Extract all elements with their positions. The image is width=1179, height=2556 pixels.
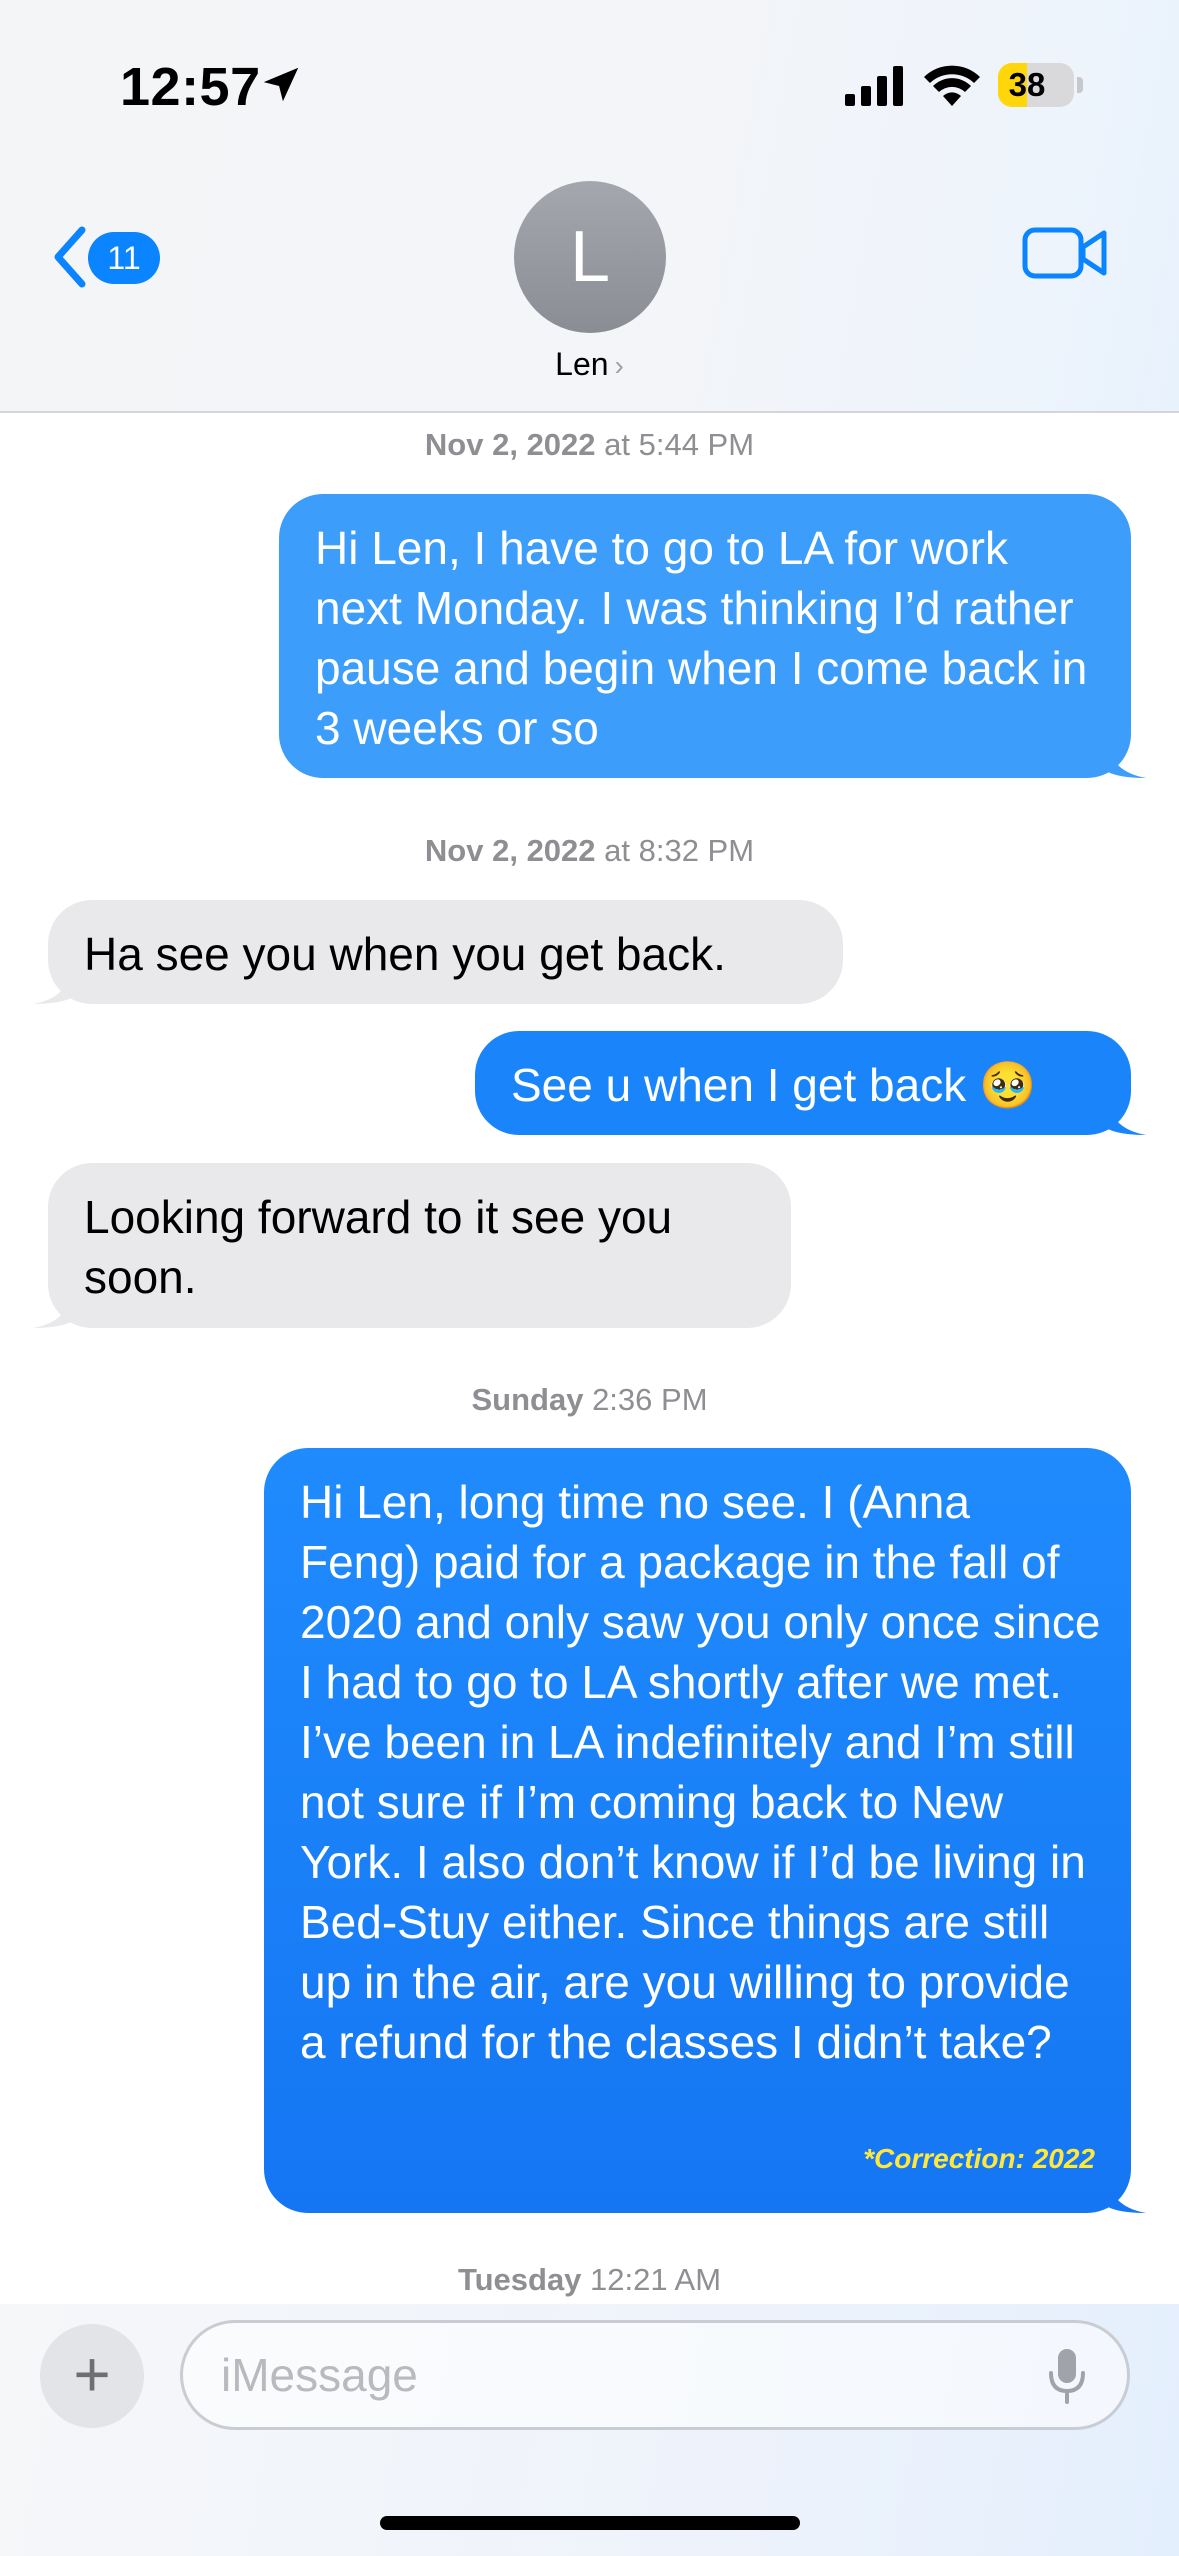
contact-name-button[interactable]: Len › [0, 346, 1179, 383]
message-timestamp: Sunday 2:36 PM [471, 1382, 708, 1417]
correction-annotation: *Correction: 2022 [863, 2143, 1095, 2174]
unread-count-badge: 11 [88, 232, 160, 284]
message-text: See u when I get back 🥹 [511, 1059, 1037, 1111]
battery-percentage: 38 [1008, 66, 1046, 103]
contact-avatar[interactable]: L [514, 181, 666, 333]
message-timestamp: Nov 2, 2022 at 5:44 PM [424, 427, 755, 462]
conversation-header: 12:57 38 11 L Len › [0, 0, 1179, 413]
sent-message-bubble[interactable]: See u when I get back 🥹 [475, 1031, 1131, 1135]
received-message-bubble[interactable]: Looking forward to it see you soon. [48, 1163, 791, 1328]
message-text: Hi Len, long time no see. I (Anna Feng) … [300, 1476, 1101, 2068]
cellular-signal-icon [845, 66, 903, 106]
message-timestamp: Tuesday 12:21 AM [457, 2262, 722, 2297]
message-text: Looking forward to it see you soon. [84, 1191, 673, 1303]
wifi-icon [924, 65, 980, 106]
battery-terminal [1077, 77, 1083, 93]
bubble-tail [1108, 1101, 1146, 1135]
battery-icon: 38 [998, 63, 1074, 107]
bubble-tail [1108, 744, 1146, 778]
received-message-bubble[interactable]: Ha see you when you get back. [48, 900, 843, 1004]
back-chevron-icon [54, 226, 86, 288]
bubble-tail [1108, 2179, 1146, 2213]
contact-name: Len [555, 346, 609, 382]
bubble-tail [33, 970, 71, 1004]
location-arrow-icon [263, 67, 299, 102]
video-call-icon[interactable] [1022, 222, 1108, 284]
home-indicator [380, 2516, 800, 2530]
bubble-tail [33, 1294, 71, 1328]
apps-plus-button[interactable]: + [40, 2324, 144, 2428]
sent-message-bubble[interactable]: Hi Len, long time no see. I (Anna Feng) … [264, 1448, 1131, 2213]
message-timestamp: Nov 2, 2022 at 8:32 PM [424, 833, 755, 868]
contact-chevron-icon: › [614, 350, 624, 381]
message-text: Ha see you when you get back. [84, 928, 726, 980]
back-button[interactable]: 11 [44, 222, 174, 292]
imessage-input[interactable] [180, 2320, 1130, 2430]
status-time: 12:57 [120, 57, 261, 117]
sent-message-bubble[interactable]: Hi Len, I have to go to LA for work next… [279, 494, 1131, 778]
plus-icon: + [73, 2338, 111, 2410]
message-text: Hi Len, I have to go to LA for work next… [315, 522, 1088, 754]
microphone-icon[interactable] [1047, 2347, 1087, 2405]
